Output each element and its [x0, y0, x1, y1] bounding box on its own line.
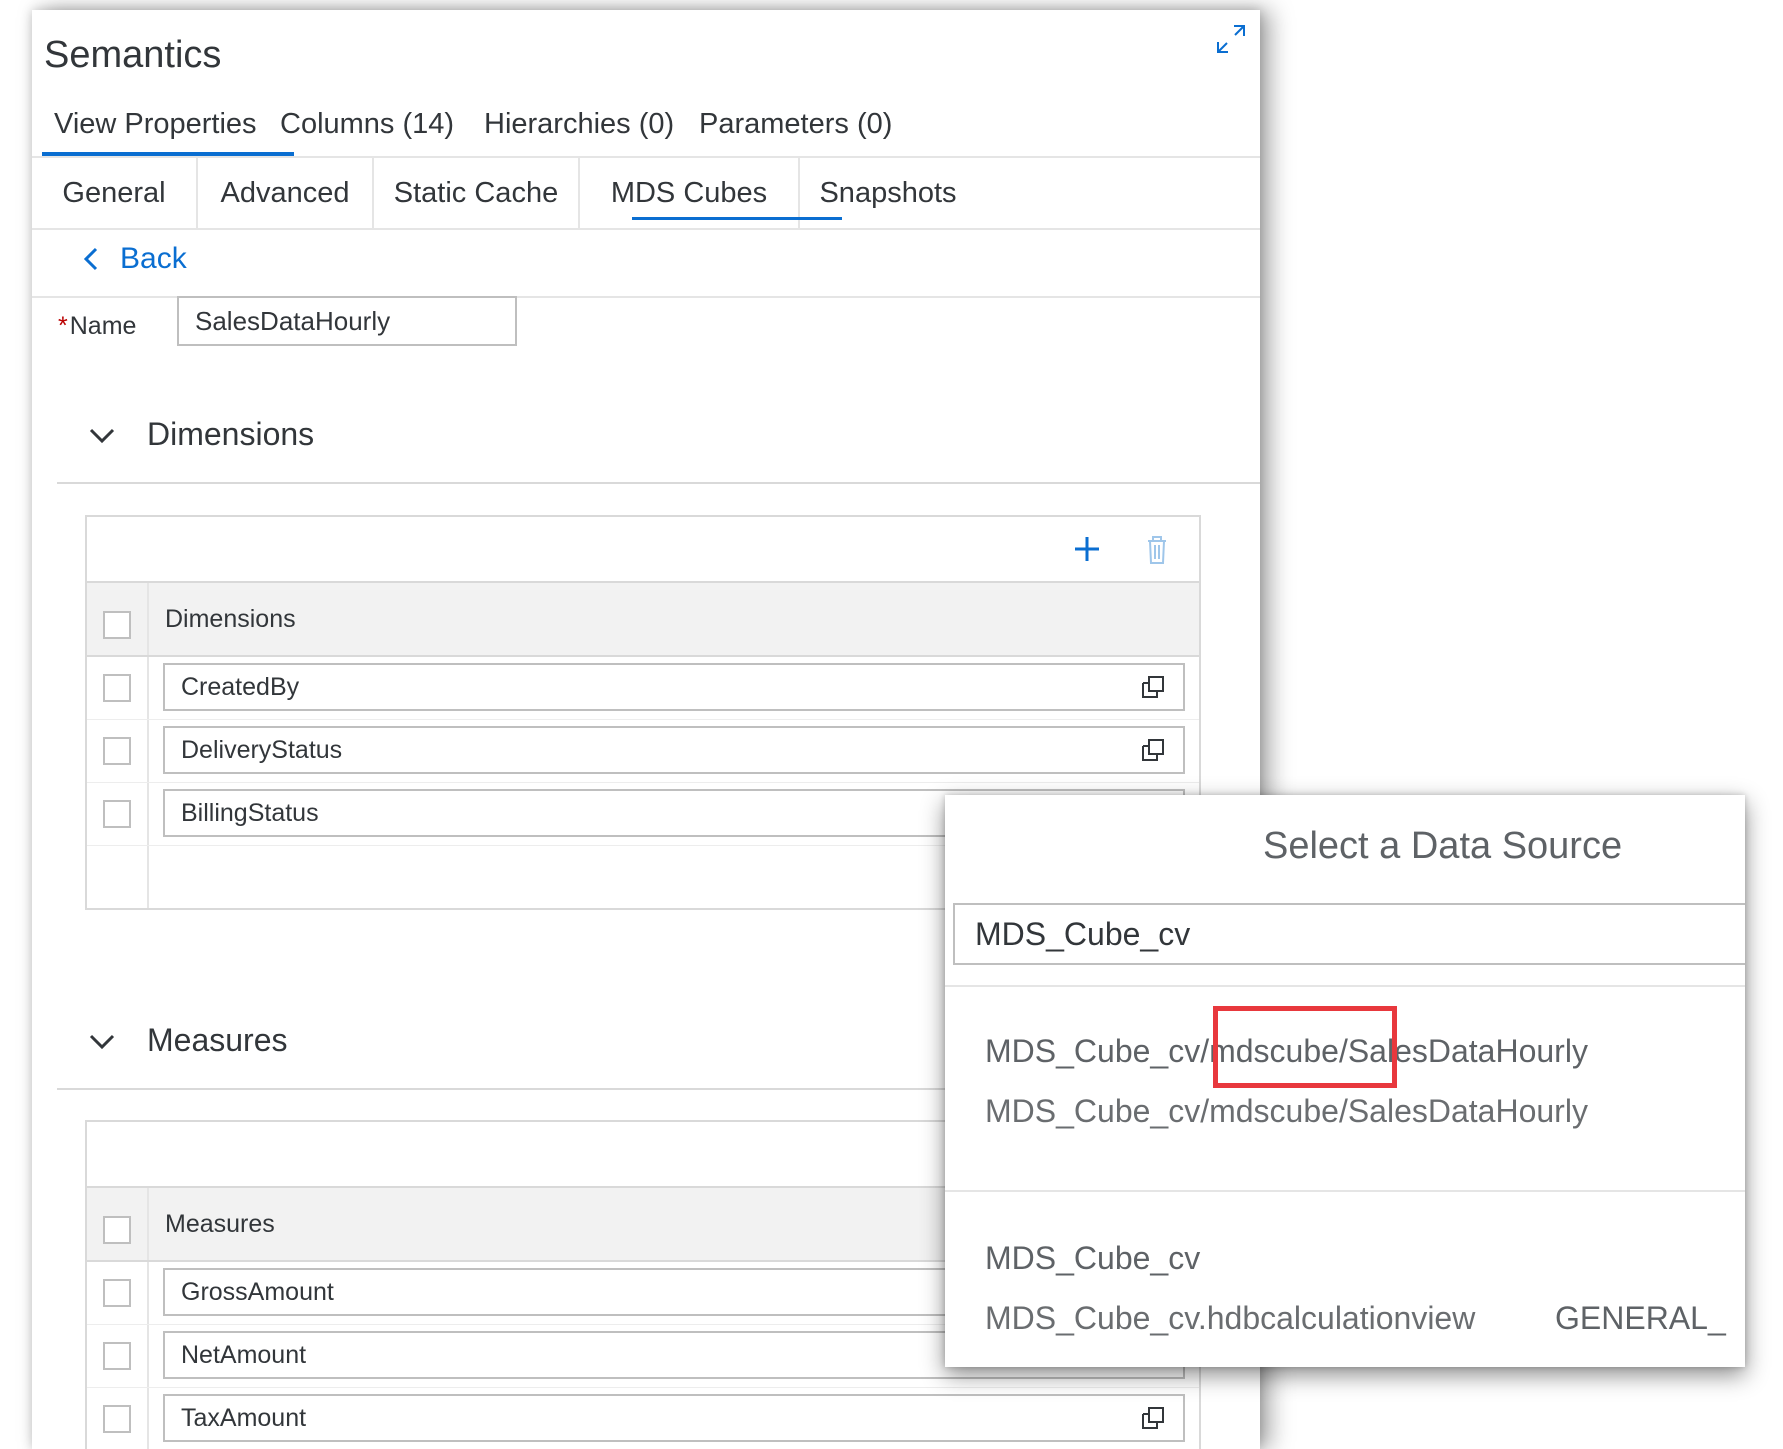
- tab-hierarchies[interactable]: Hierarchies (0): [484, 108, 674, 141]
- tab-view-properties[interactable]: View Properties: [54, 108, 257, 141]
- row-checkbox[interactable]: [103, 737, 131, 765]
- section-divider: [57, 482, 1260, 484]
- result-secondary: MDS_Cube_cv/mdscube/SalesDataHourly: [985, 1093, 1588, 1129]
- row-checkbox[interactable]: [103, 674, 131, 702]
- chevron-down-icon: [89, 428, 115, 443]
- select-all-checkbox[interactable]: [103, 611, 131, 639]
- measures-section-title: Measures: [147, 1022, 288, 1058]
- table-row: DeliveryStatus: [87, 720, 1199, 783]
- tab-static-cache[interactable]: Static Cache: [374, 158, 580, 228]
- name-label: *Name: [58, 312, 136, 341]
- dimensions-section-toggle[interactable]: Dimensions: [87, 416, 314, 453]
- add-icon[interactable]: [1067, 529, 1107, 569]
- chevron-down-icon: [89, 1034, 115, 1049]
- result-primary: MDS_Cube_cv: [985, 1240, 1201, 1276]
- result-item[interactable]: MDS_Cube_cv/mdscube/SalesDataHourly MDS_…: [945, 985, 1745, 1185]
- required-mark: *: [58, 312, 68, 340]
- tab-advanced[interactable]: Advanced: [198, 158, 374, 228]
- select-all-checkbox[interactable]: [103, 1216, 131, 1244]
- measure-value: TaxAmount: [181, 1403, 307, 1432]
- dialog-title: Select a Data Source: [1263, 825, 1623, 867]
- name-input[interactable]: [177, 296, 517, 346]
- sub-tab-bar: General Advanced Static Cache MDS Cubes …: [32, 158, 1260, 230]
- top-tab-bar: View Properties Columns (14) Hierarchies…: [32, 90, 1260, 158]
- active-subtab-indicator: [632, 217, 842, 220]
- delete-icon[interactable]: [1137, 529, 1177, 569]
- measure-value-field[interactable]: TaxAmount: [163, 1394, 1185, 1442]
- dimension-value-field[interactable]: DeliveryStatus: [163, 726, 1185, 774]
- value-help-icon[interactable]: [1139, 673, 1167, 701]
- result-item[interactable]: MDS_Cube_cv MDS_Cube_cv.hdbcalculationvi…: [945, 1192, 1745, 1367]
- panel-title: Semantics: [44, 34, 222, 76]
- select-data-source-dialog: Select a Data Source MDS_Cube_cv/mdscube…: [945, 795, 1745, 1367]
- dimension-value-field[interactable]: CreatedBy: [163, 663, 1185, 711]
- expand-icon[interactable]: [1214, 22, 1248, 56]
- dimension-value: CreatedBy: [181, 672, 300, 701]
- dimensions-table-header: Dimensions: [87, 583, 1199, 657]
- name-label-text: Name: [69, 312, 137, 340]
- result-secondary: MDS_Cube_cv.hdbcalculationview: [985, 1300, 1476, 1336]
- tab-columns[interactable]: Columns (14): [280, 108, 454, 141]
- back-bar: Back: [32, 230, 1260, 298]
- back-button[interactable]: Back: [80, 242, 187, 276]
- row-checkbox[interactable]: [103, 1279, 131, 1307]
- data-source-search-input[interactable]: [953, 903, 1745, 965]
- result-tag: GENERAL_: [1555, 1300, 1726, 1336]
- dimensions-section-title: Dimensions: [147, 416, 315, 452]
- table-row: CreatedBy: [87, 657, 1199, 720]
- dimension-value: DeliveryStatus: [181, 735, 343, 764]
- dimensions-column-header: Dimensions: [165, 605, 296, 633]
- row-checkbox[interactable]: [103, 1405, 131, 1433]
- measures-column-header: Measures: [165, 1210, 275, 1238]
- active-tab-indicator: [42, 152, 294, 156]
- chevron-left-icon: [83, 247, 98, 271]
- back-label: Back: [120, 242, 187, 275]
- table-row: TaxAmount: [87, 1388, 1199, 1449]
- tab-parameters[interactable]: Parameters (0): [699, 108, 892, 141]
- row-checkbox[interactable]: [103, 1342, 131, 1370]
- result-primary: MDS_Cube_cv/mdscube/SalesDataHourly: [985, 1033, 1588, 1069]
- value-help-icon[interactable]: [1139, 736, 1167, 764]
- dimensions-toolbar: [87, 517, 1199, 583]
- row-checkbox[interactable]: [103, 800, 131, 828]
- value-help-icon[interactable]: [1139, 1404, 1167, 1432]
- tab-general[interactable]: General: [32, 158, 198, 228]
- measures-section-toggle[interactable]: Measures: [87, 1022, 288, 1059]
